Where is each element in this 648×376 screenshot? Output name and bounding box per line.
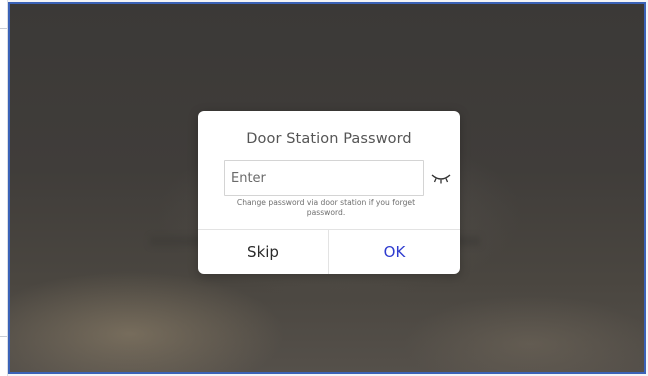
left-panel-divider xyxy=(0,336,7,337)
dialog-title: Door Station Password xyxy=(246,131,412,147)
password-input[interactable] xyxy=(224,160,424,196)
left-panel-divider xyxy=(0,28,7,29)
eye-closed-icon[interactable] xyxy=(430,169,452,187)
ok-button[interactable]: OK xyxy=(329,230,460,274)
left-panel-edge xyxy=(0,0,8,376)
password-dialog: Door Station Password Change password vi… xyxy=(198,111,460,274)
skip-button[interactable]: Skip xyxy=(198,230,328,274)
password-hint: Change password via door station if you … xyxy=(236,198,416,217)
device-screen: Door Station Password Change password vi… xyxy=(8,2,646,374)
